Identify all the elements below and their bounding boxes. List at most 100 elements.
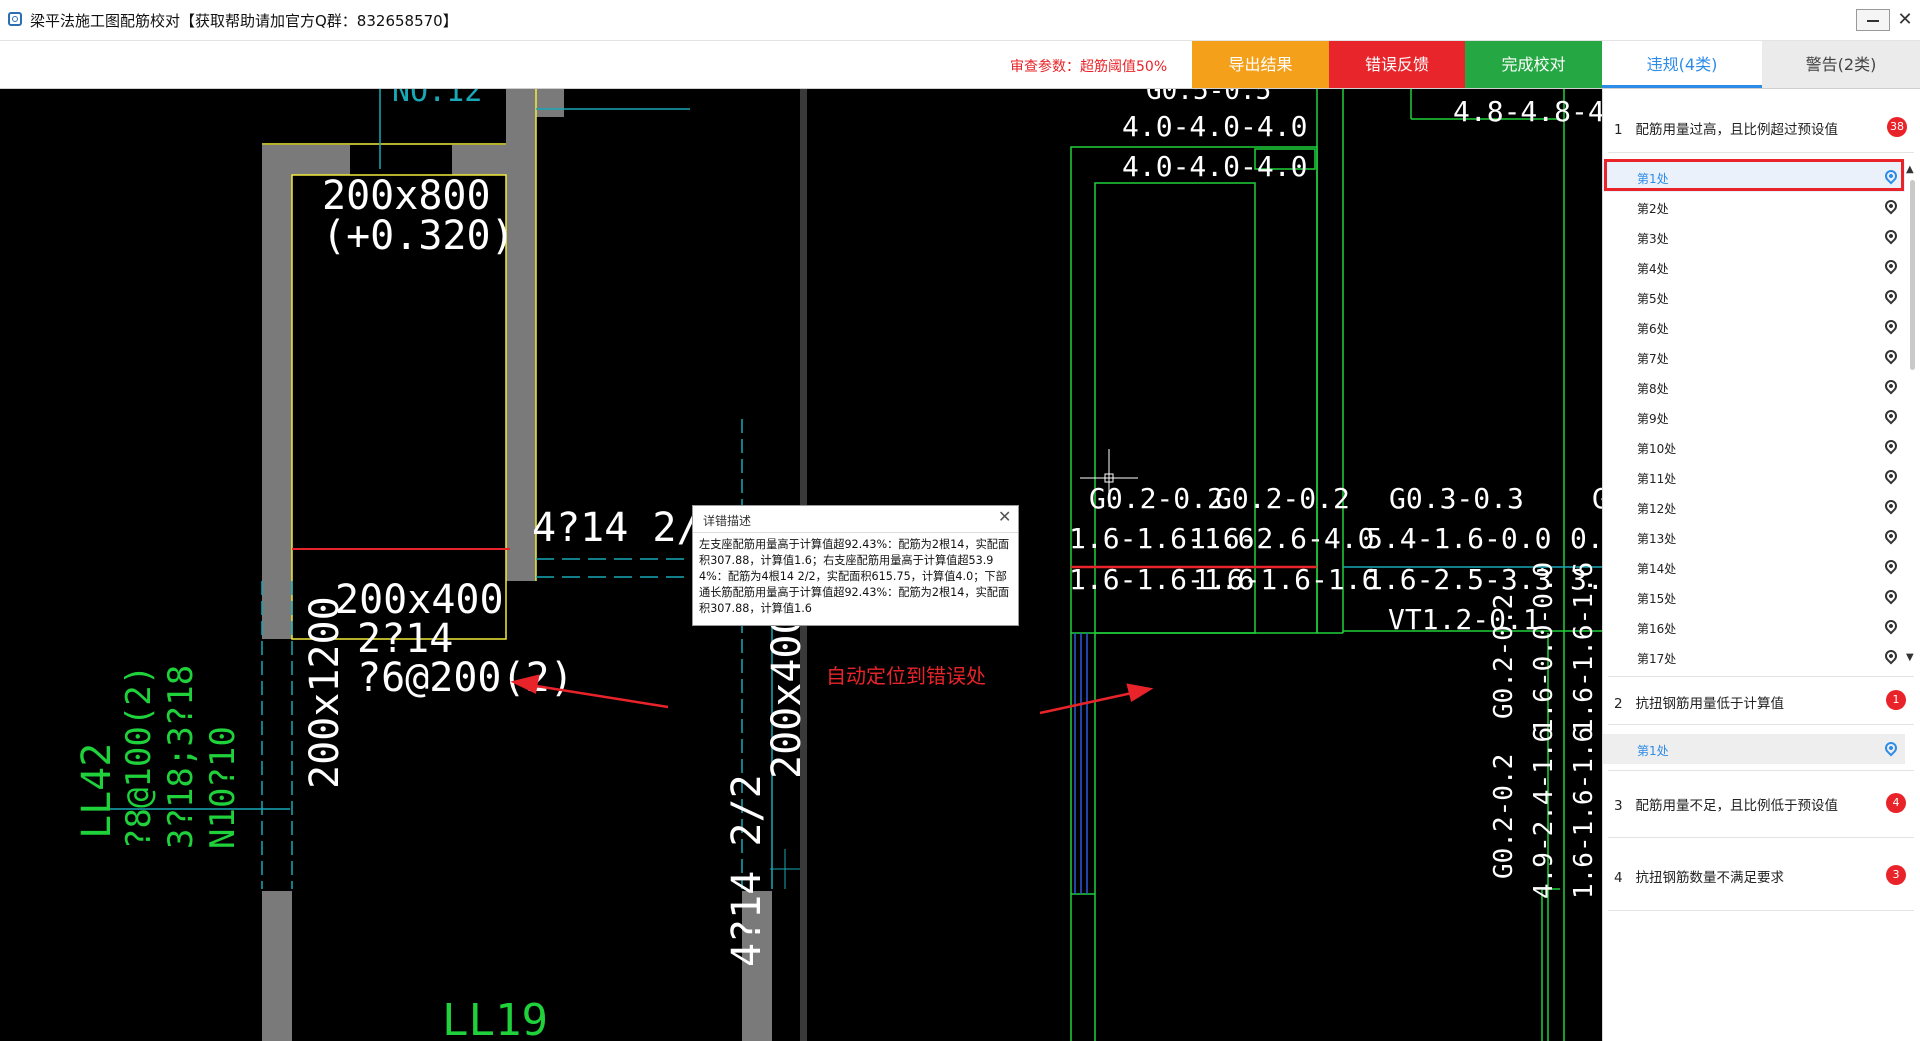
category-label: 抗扭钢筋用量低于计算值: [1635, 696, 1784, 712]
item-label: 第4处: [1637, 262, 1669, 276]
item-label: 第9处: [1637, 412, 1669, 426]
popup-description: 左支座配筋用量高于计算值超92.43%：配筋为2根14，实配面积307.88，计…: [699, 538, 1010, 615]
location-pin-icon[interactable]: [1882, 739, 1900, 757]
label-4040-1: 4.0-4.0-4.0: [1122, 110, 1307, 143]
location-pin-icon[interactable]: [1882, 317, 1900, 335]
location-pin-icon[interactable]: [1882, 287, 1900, 305]
item-label: 第6处: [1637, 322, 1669, 336]
location-pin-icon[interactable]: [1882, 467, 1900, 485]
location-pin-icon[interactable]: [1882, 257, 1900, 275]
list-item-10[interactable]: 第10处: [1603, 432, 1905, 462]
item-label: 第15处: [1637, 592, 1677, 606]
item-label: 第8处: [1637, 382, 1669, 396]
category-3-count-badge: 4: [1886, 793, 1906, 813]
right-view-labels: G0.5-0.5 4.0-4.0-4.0 4.0-4.0-4.0 4.8-4.8…: [1069, 89, 1602, 899]
category-3-header[interactable]: 3 配筋用量不足，且比例低于预设值: [1614, 794, 1838, 814]
category-label: 配筋用量不足，且比例低于预设值: [1635, 798, 1838, 814]
item-label: 第1处: [1637, 744, 1669, 758]
error-feedback-button[interactable]: 错误反馈: [1329, 41, 1465, 88]
location-pin-icon[interactable]: [1882, 437, 1900, 455]
popup-close-icon[interactable]: ✕: [998, 507, 1011, 526]
list-item-5[interactable]: 第5处: [1603, 282, 1905, 312]
close-window-button[interactable]: ✕: [1893, 9, 1917, 31]
location-pin-icon[interactable]: [1882, 557, 1900, 575]
category-number: 3: [1614, 798, 1623, 814]
error-detail-popup: 详错描述 ✕ 左支座配筋用量高于计算值超92.43%：配筋为2根14，实配面积3…: [692, 505, 1019, 626]
category-1-count-badge: 38: [1887, 117, 1907, 137]
label-4040-2: 4.0-4.0-4.0: [1122, 150, 1307, 183]
category-number: 1: [1614, 122, 1623, 138]
category-4-count-badge: 3: [1886, 865, 1906, 885]
label-g0202-1: G0.2-0.2: [1089, 482, 1224, 515]
item-label: 第5处: [1637, 292, 1669, 306]
label-size-200x1200: 200x1200: [302, 596, 348, 789]
tab-warning[interactable]: 警告(2类): [1762, 41, 1920, 88]
location-pin-icon[interactable]: [1882, 497, 1900, 515]
scroll-up-arrow-icon[interactable]: ▲: [1906, 164, 1914, 175]
location-pin-icon[interactable]: [1882, 197, 1900, 215]
item-label: 第13处: [1637, 532, 1677, 546]
label-ll42-bars: 3?18;3?18: [161, 665, 201, 849]
list-item-3[interactable]: 第3处: [1603, 222, 1905, 252]
list-item-8[interactable]: 第8处: [1603, 372, 1905, 402]
label-v-161616: 1.6-1.6-1.6: [1569, 562, 1599, 734]
list-item-9[interactable]: 第9处: [1603, 402, 1905, 432]
location-pin-icon[interactable]: [1882, 377, 1900, 395]
category-2-count-badge: 1: [1886, 690, 1906, 710]
minimize-button[interactable]: [1856, 9, 1890, 31]
label-g-partial: G: [1592, 482, 1602, 515]
category-label: 配筋用量过高，且比例超过预设值: [1635, 122, 1838, 138]
item-label: 第17处: [1637, 652, 1677, 666]
list-item-16[interactable]: 第16处: [1603, 612, 1905, 642]
category-1-header[interactable]: 1 配筋用量过高，且比例超过预设值: [1614, 118, 1838, 138]
tab-violation[interactable]: 违规(4类): [1602, 41, 1762, 88]
location-pin-icon[interactable]: [1882, 587, 1900, 605]
list-item-14[interactable]: 第14处: [1603, 552, 1905, 582]
category-number: 2: [1614, 696, 1623, 712]
category-2-header[interactable]: 2 抗扭钢筋用量低于计算值: [1614, 692, 1784, 712]
item-label: 第10处: [1637, 442, 1677, 456]
label-v-1600: 1.6-0.0-0.0: [1529, 562, 1559, 734]
label-v-4924: 4.9-2.4-1.6: [1529, 727, 1559, 899]
item-label: 第16处: [1637, 622, 1677, 636]
label-1616-3: 1.6-1.6-1.6: [1193, 563, 1378, 596]
category-4-header[interactable]: 4 抗扭钢筋数量不满足要求: [1614, 866, 1784, 886]
location-pin-icon[interactable]: [1882, 617, 1900, 635]
label-stirrup: ?6@200(2): [357, 655, 574, 701]
review-parameter-text: 审查参数：超筋阈值50%: [1010, 59, 1168, 75]
location-pin-icon[interactable]: [1882, 347, 1900, 365]
export-results-button[interactable]: 导出结果: [1192, 41, 1329, 88]
finish-check-button[interactable]: 完成校对: [1465, 41, 1602, 88]
list-item-17[interactable]: 第17处: [1603, 642, 1905, 672]
list-item-7[interactable]: 第7处: [1603, 342, 1905, 372]
location-pin-icon[interactable]: [1882, 227, 1900, 245]
label-g0202-2: G0.2-0.2: [1215, 482, 1350, 515]
divider: [1608, 724, 1914, 725]
category-2-list-item-1[interactable]: 第1处: [1603, 734, 1905, 764]
window-title: 梁平法施工图配筋校对【获取帮助请加官方Q群：832658570】: [30, 12, 458, 30]
label-4848: 4.8-4.8-4.8: [1453, 95, 1602, 128]
divider: [1608, 676, 1914, 677]
list-item-15[interactable]: 第15处: [1603, 582, 1905, 612]
item-label: 第14处: [1637, 562, 1677, 576]
divider: [1608, 770, 1914, 771]
location-pin-icon[interactable]: [1882, 527, 1900, 545]
list-item-12[interactable]: 第12处: [1603, 492, 1905, 522]
location-pin-icon[interactable]: [1882, 647, 1900, 665]
scroll-down-arrow-icon[interactable]: ▼: [1906, 652, 1914, 663]
scrollbar-thumb[interactable]: [1910, 180, 1915, 370]
divider: [1608, 837, 1914, 838]
label-g05: G0.5-0.5: [1146, 89, 1271, 106]
label-elevation: (+0.320): [322, 213, 515, 259]
divider: [1608, 152, 1914, 153]
location-pin-icon[interactable]: [1882, 407, 1900, 425]
label-v-g0202-a: G0.2-0.2: [1489, 594, 1519, 719]
label-g0303: G0.3-0.3: [1389, 482, 1524, 515]
category-label: 抗扭钢筋数量不满足要求: [1635, 870, 1784, 886]
list-item-2[interactable]: 第2处: [1603, 192, 1905, 222]
item-label: 第7处: [1637, 352, 1669, 366]
list-item-6[interactable]: 第6处: [1603, 312, 1905, 342]
list-item-11[interactable]: 第11处: [1603, 462, 1905, 492]
list-item-4[interactable]: 第4处: [1603, 252, 1905, 282]
list-item-13[interactable]: 第13处: [1603, 522, 1905, 552]
